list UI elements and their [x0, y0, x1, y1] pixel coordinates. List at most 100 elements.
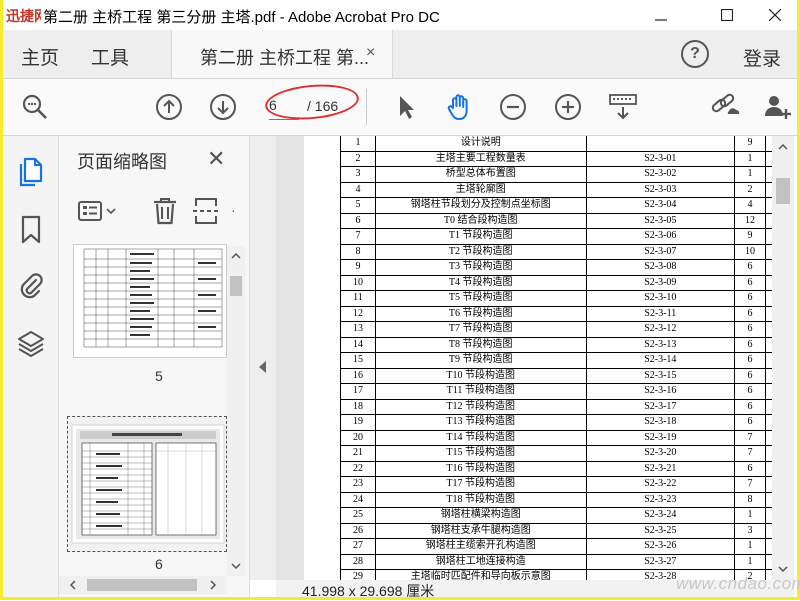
table-cell-dwg: S2-3-08 [585, 259, 736, 276]
table-cell-name: T18 节段构造图 [374, 491, 587, 508]
tab-document[interactable]: 第二册 主桥工程 第... × [171, 30, 393, 78]
table-cell-name: T8 节段构造图 [374, 336, 587, 353]
table-cell-no: 10 [340, 274, 376, 291]
table-cell-dwg: S2-3-14 [585, 352, 736, 369]
close-panel-icon[interactable]: ✕ [207, 146, 225, 172]
table-row: 8 T2 节段构造图 S2-3-07 10 [340, 243, 772, 260]
watermark-text: www.cndao.com [676, 574, 800, 593]
table-cell-pages: 1 [734, 538, 766, 555]
thumbnail-label: 6 [155, 556, 163, 572]
close-window-button[interactable] [755, 0, 795, 30]
table-row: 21 T15 节段构造图 S2-3-20 7 [340, 445, 772, 462]
zoom-in-icon[interactable] [552, 91, 584, 123]
keyboard-scroll-icon[interactable] [607, 91, 639, 123]
thumbnail-label: 5 [155, 368, 163, 384]
layers-icon[interactable] [15, 328, 47, 360]
page-thumbnail[interactable] [73, 244, 227, 358]
table-cell-pages: 1 [734, 150, 766, 167]
table-cell-no: 22 [340, 460, 376, 477]
hand-tool-icon[interactable] [443, 91, 475, 123]
table-cell-no: 14 [340, 336, 376, 353]
maximize-button[interactable] [707, 0, 747, 30]
document-vertical-scrollbar[interactable] [772, 136, 794, 580]
table-row: 10 T4 节段构造图 S2-3-09 6 [340, 274, 772, 291]
table-cell-name: T10 节段构造图 [374, 367, 587, 384]
table-cell-name: T7 节段构造图 [374, 321, 587, 338]
table-cell-pages: 6 [734, 305, 766, 322]
panel-collapse-strip[interactable] [250, 136, 276, 580]
table-cell-dwg: S2-3-16 [585, 383, 736, 400]
bookmarks-icon[interactable] [15, 214, 47, 246]
table-cell-dwg: S2-3-04 [585, 197, 736, 214]
table-row: 18 T12 节段构造图 S2-3-17 6 [340, 398, 772, 415]
zoom-search-icon[interactable] [19, 91, 51, 123]
table-cell-dwg: S2-3-27 [585, 553, 736, 570]
table-cell-name: T17 节段构造图 [374, 476, 587, 493]
thumbnail-vertical-scrollbar[interactable] [227, 246, 245, 576]
drawing-list-table: 1 设计说明 9 2 主塔主要工程数量表 S2-3-01 1 3 桥型总体布置图 S2-3-02 1… [340, 136, 772, 580]
add-user-icon[interactable] [761, 91, 793, 123]
thumbnail-options-icon[interactable] [77, 200, 119, 229]
table-cell-name: 设计说明 [374, 136, 587, 152]
table-cell-no: 26 [340, 522, 376, 539]
minimize-button[interactable] [641, 0, 681, 30]
share-link-icon[interactable] [709, 91, 741, 123]
attachments-icon[interactable] [15, 270, 47, 302]
zoom-out-icon[interactable] [497, 91, 529, 123]
tab-tools[interactable]: 工具 [91, 43, 129, 70]
table-cell-pages: 1 [734, 507, 766, 524]
panel-title: 页面缩略图 [77, 152, 167, 172]
delete-page-icon[interactable] [151, 196, 179, 231]
page-thumbnail-selected[interactable] [67, 416, 227, 552]
table-cell-pages: 3 [734, 522, 766, 539]
table-row: 25 钢塔柱横梁构造图 S2-3-24 1 [340, 507, 772, 524]
table-row: 14 T8 节段构造图 S2-3-13 6 [340, 336, 772, 353]
document-view[interactable]: 1 设计说明 9 2 主塔主要工程数量表 S2-3-01 1 3 桥型总体布置图 S2-3-02 1… [276, 136, 772, 580]
table-cell-dwg: S2-3-02 [585, 166, 736, 183]
table-row: 16 T10 节段构造图 S2-3-15 6 [340, 367, 772, 384]
table-cell-no: 2 [340, 150, 376, 167]
table-cell-dwg: S2-3-13 [585, 336, 736, 353]
page-thumbnails-icon[interactable] [15, 156, 47, 188]
table-cell-no: 21 [340, 445, 376, 462]
navigation-rail [3, 136, 59, 597]
table-cell-no: 27 [340, 538, 376, 555]
page-dimensions: 41.998 x 29.698 厘米 [302, 583, 435, 599]
login-button[interactable]: 登录 [743, 44, 781, 71]
table-cell-no: 17 [340, 383, 376, 400]
thumbnail-horizontal-scrollbar[interactable] [59, 576, 227, 594]
help-icon[interactable]: ? [681, 40, 709, 68]
table-cell-dwg: S2-3-26 [585, 538, 736, 555]
page-number-input[interactable]: 6 [269, 97, 299, 120]
table-cell-no: 29 [340, 569, 376, 580]
window-title: 第二册 主桥工程 第三分册 主塔.pdf - Adobe Acrobat Pro… [43, 9, 440, 26]
table-cell-dwg: S2-3-19 [585, 429, 736, 446]
page-down-icon[interactable] [207, 91, 239, 123]
table-cell-dwg: S2-3-17 [585, 398, 736, 415]
document-tab-label: 第二册 主桥工程 第... [200, 48, 370, 68]
table-cell-pages: 6 [734, 290, 766, 307]
table-cell-dwg: S2-3-21 [585, 460, 736, 477]
tab-home[interactable]: 主页 [21, 43, 59, 70]
table-cell-name: 钢塔柱支承牛腿构造图 [374, 522, 587, 539]
table-cell-no: 5 [340, 197, 376, 214]
table-row: 20 T14 节段构造图 S2-3-19 7 [340, 429, 772, 446]
table-cell-no: 11 [340, 290, 376, 307]
table-cell-dwg: S2-3-06 [585, 228, 736, 245]
table-cell-no: 20 [340, 429, 376, 446]
site-logo: 迅捷网 [5, 2, 48, 28]
table-cell-name: T5 节段构造图 [374, 290, 587, 307]
table-cell-dwg: S2-3-10 [585, 290, 736, 307]
split-page-icon[interactable] [193, 196, 219, 231]
collapse-arrow-icon[interactable] [259, 361, 266, 373]
panel-toolbar: · [59, 186, 249, 238]
close-tab-icon[interactable]: × [366, 44, 375, 62]
table-cell-dwg: S2-3-20 [585, 445, 736, 462]
more-options-icon[interactable]: · [231, 202, 236, 218]
table-cell-dwg: S2-3-24 [585, 507, 736, 524]
page-up-icon[interactable] [153, 91, 185, 123]
select-arrow-icon[interactable] [389, 91, 421, 123]
table-cell-pages: 7 [734, 476, 766, 493]
table-cell-no: 4 [340, 181, 376, 198]
table-cell-no: 25 [340, 507, 376, 524]
